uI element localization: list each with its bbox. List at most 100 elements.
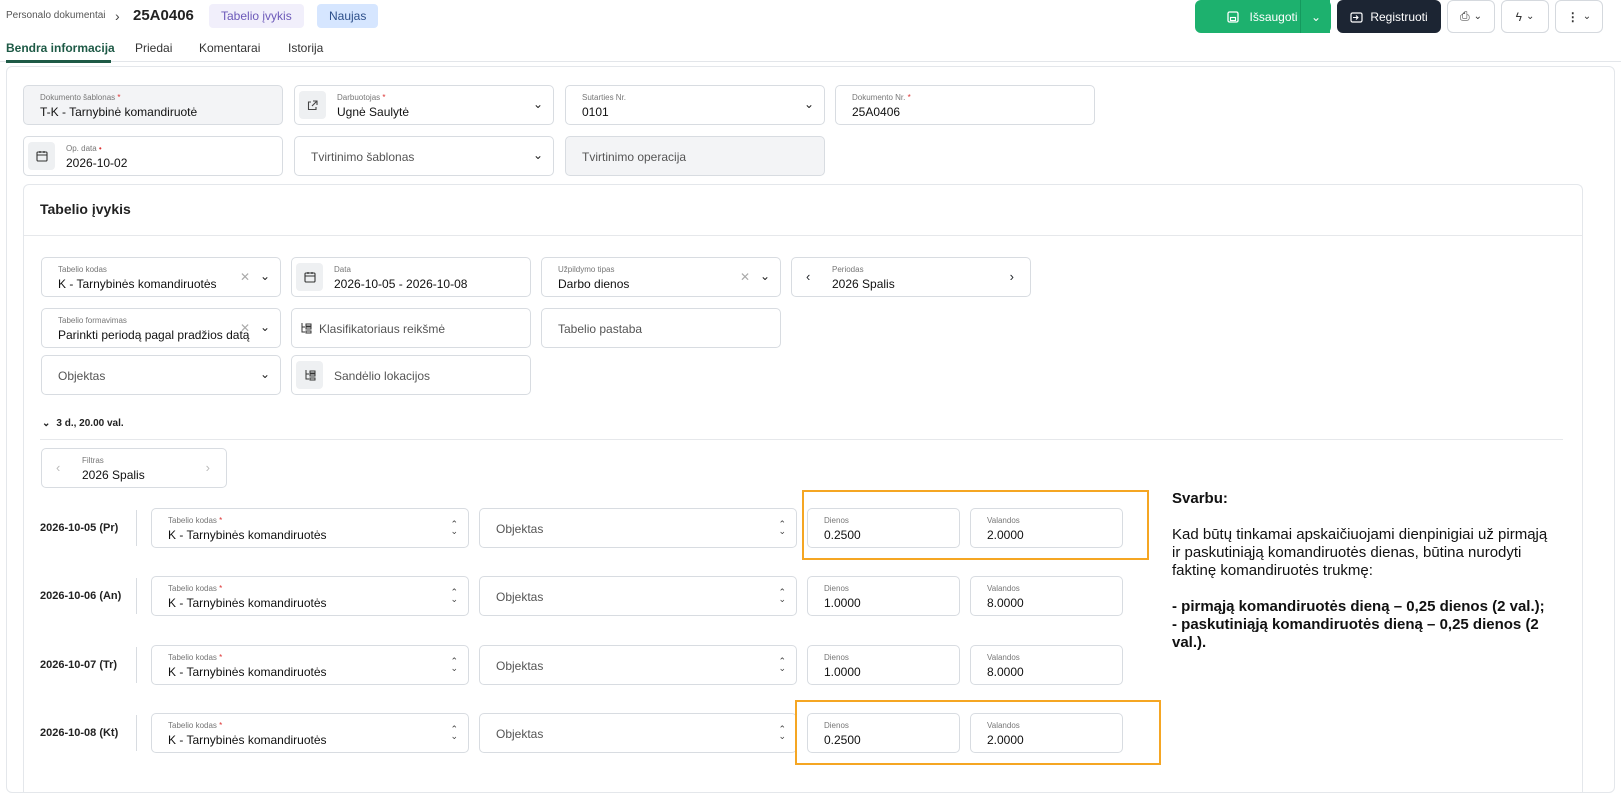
row-hours-label: Valandos	[987, 653, 1020, 662]
row-hours-value: 8.0000	[987, 596, 1024, 610]
row-hours-input[interactable]: Valandos 8.0000	[970, 645, 1123, 685]
row-divider	[136, 578, 137, 614]
row-divider	[136, 647, 137, 683]
formation-value: Parinkti periodą pagal pradžios datą	[58, 328, 250, 342]
clear-icon[interactable]: ✕	[740, 270, 750, 284]
chevron-down-icon: ⌄	[532, 97, 543, 111]
template-value: T-K - Tarnybinė komandiruotė	[40, 105, 198, 119]
tab-bar: Bendra informacija Priedai Komentarai Is…	[0, 36, 1621, 62]
tabel-note-field[interactable]: Tabelio pastaba	[541, 308, 781, 348]
row-object-select[interactable]: Objektas ⌃ ⌄	[479, 576, 797, 616]
row-code-select[interactable]: Tabelio kodas * K - Tarnybinės komandiru…	[151, 576, 469, 616]
row-object-select[interactable]: Objektas ⌃ ⌄	[479, 508, 797, 548]
sort-updown-icon: ⌃ ⌄	[778, 587, 786, 604]
op-date-value: 2026-10-02	[66, 156, 128, 170]
doc-number-field[interactable]: Dokumento Nr. * 25A0406	[835, 85, 1095, 125]
classifier-field[interactable]: Klasifikatoriaus reikšmė	[291, 308, 531, 348]
actions-button[interactable]: ϟ ⌄	[1501, 0, 1549, 33]
more-button[interactable]: ⋮ ⌄	[1555, 0, 1603, 33]
external-link-icon[interactable]	[299, 91, 326, 119]
chevron-right-icon[interactable]: ›	[206, 460, 210, 475]
register-button[interactable]: Registruoti	[1337, 0, 1441, 33]
tabel-formation-select[interactable]: Tabelio formavimas Parinkti periodą paga…	[41, 308, 281, 348]
save-label: Išsaugoti	[1249, 9, 1298, 24]
row-days-input[interactable]: Dienos 1.0000	[807, 576, 960, 616]
row-days-label: Dienos	[824, 653, 849, 662]
printer-icon: ⎙	[1460, 9, 1470, 23]
row-divider	[136, 715, 137, 751]
period-picker[interactable]: ‹ Periodas 2026 Spalis ›	[791, 257, 1031, 297]
sort-updown-icon: ⌃ ⌄	[450, 519, 458, 536]
status-badge: Naujas	[317, 4, 379, 28]
chevron-down-icon: ⌄	[259, 367, 270, 381]
filter-picker[interactable]: ‹ Filtras 2026 Spalis ›	[41, 448, 227, 488]
chevron-left-icon[interactable]: ‹	[806, 269, 810, 284]
tabel-code-select[interactable]: Tabelio kodas K - Tarnybinės komandiruot…	[41, 257, 281, 297]
row-object-select[interactable]: Objektas ⌃ ⌄	[479, 713, 797, 753]
confirm-template-placeholder: Tvirtinimo šablonas	[311, 150, 415, 164]
row-divider	[136, 510, 137, 546]
row-hours-label: Valandos	[987, 584, 1020, 593]
row-code-label: Tabelio kodas *	[168, 721, 223, 730]
summary-toggle[interactable]: ⌄ 3 d., 20.00 val.	[42, 418, 124, 429]
row-code-label: Tabelio kodas *	[168, 653, 223, 662]
employee-value: Ugnė Saulytė	[337, 105, 410, 119]
date-range-value: 2026-10-05 - 2026-10-08	[334, 277, 468, 291]
row-days-value: 1.0000	[824, 665, 861, 679]
row-object-select[interactable]: Objektas ⌃ ⌄	[479, 645, 797, 685]
contract-field[interactable]: Sutarties Nr. 0101 ⌄	[565, 85, 825, 125]
doc-number-label: Dokumento Nr. *	[852, 93, 911, 102]
row-date: 2026-10-06 (An)	[40, 590, 122, 602]
print-button[interactable]: ⎙ ⌄	[1447, 0, 1495, 33]
template-field[interactable]: Dokumento šablonas * T-K - Tarnybinė kom…	[23, 85, 283, 125]
row-code-label: Tabelio kodas *	[168, 584, 223, 593]
tab-attachments[interactable]: Priedai	[135, 41, 172, 55]
classifier-placeholder: Klasifikatoriaus reikšmė	[319, 322, 446, 336]
row-hours-input[interactable]: Valandos 8.0000	[970, 576, 1123, 616]
fill-type-select[interactable]: Užpildymo tipas Darbo dienos ✕ ⌄	[541, 257, 781, 297]
object-placeholder: Objektas	[58, 369, 106, 383]
date-range-field[interactable]: Data 2026-10-05 - 2026-10-08	[291, 257, 531, 297]
row-code-select[interactable]: Tabelio kodas * K - Tarnybinės komandiru…	[151, 645, 469, 685]
calendar-icon[interactable]	[28, 142, 55, 170]
row-code-value: K - Tarnybinės komandiruotės	[168, 733, 327, 747]
chevron-down-icon: ⌄	[1473, 11, 1482, 22]
type-badge: Tabelio įvykis	[209, 4, 304, 28]
row-code-select[interactable]: Tabelio kodas * K - Tarnybinės komandiru…	[151, 713, 469, 753]
tab-general[interactable]: Bendra informacija	[6, 41, 115, 55]
breadcrumb[interactable]: Personalo dokumentai	[6, 10, 106, 21]
tabel-code-value: K - Tarnybinės komandiruotės	[58, 277, 217, 291]
row-code-value: K - Tarnybinės komandiruotės	[168, 528, 327, 542]
op-date-field[interactable]: Op. data • 2026-10-02	[23, 136, 283, 176]
chevron-down-icon: ⌄	[259, 269, 270, 283]
op-date-label: Op. data •	[66, 144, 102, 153]
confirm-template-select[interactable]: Tvirtinimo šablonas ⌄	[294, 136, 554, 176]
row-days-input[interactable]: Dienos 1.0000	[807, 645, 960, 685]
warehouse-field[interactable]: Sandėlio lokacijos	[291, 355, 531, 395]
chevron-left-icon[interactable]: ‹	[56, 460, 60, 475]
chevron-down-icon: ⌄	[42, 418, 51, 429]
row-object-placeholder: Objektas	[496, 590, 544, 604]
chevron-down-icon: ⌄	[803, 97, 814, 111]
object-select[interactable]: Objektas ⌄	[41, 355, 281, 395]
confirm-operation-placeholder: Tvirtinimo operacija	[582, 150, 687, 164]
tab-comments[interactable]: Komentarai	[199, 41, 260, 55]
save-dropdown-button[interactable]: ⌄	[1300, 0, 1331, 33]
clear-icon[interactable]: ✕	[240, 321, 250, 335]
highlight-first-day	[802, 490, 1149, 560]
tree-icon[interactable]	[296, 361, 323, 389]
tab-history[interactable]: Istorija	[288, 41, 323, 55]
chevron-down-icon: ⌄	[259, 320, 270, 334]
row-code-label: Tabelio kodas *	[168, 516, 223, 525]
chevron-right-icon[interactable]: ›	[1010, 269, 1014, 284]
chevron-down-icon: ⌄	[1310, 9, 1322, 24]
row-object-placeholder: Objektas	[496, 522, 544, 536]
row-object-placeholder: Objektas	[496, 659, 544, 673]
clear-icon[interactable]: ✕	[240, 270, 250, 284]
annotation-body: Kad būtų tinkamai apskaičiuojami dienpin…	[1172, 526, 1548, 579]
row-object-placeholder: Objektas	[496, 727, 544, 741]
calendar-icon[interactable]	[296, 263, 323, 291]
employee-field[interactable]: Darbuotojas * Ugnė Saulytė ⌄	[294, 85, 554, 125]
period-label: Periodas	[832, 265, 864, 274]
row-code-select[interactable]: Tabelio kodas * K - Tarnybinės komandiru…	[151, 508, 469, 548]
